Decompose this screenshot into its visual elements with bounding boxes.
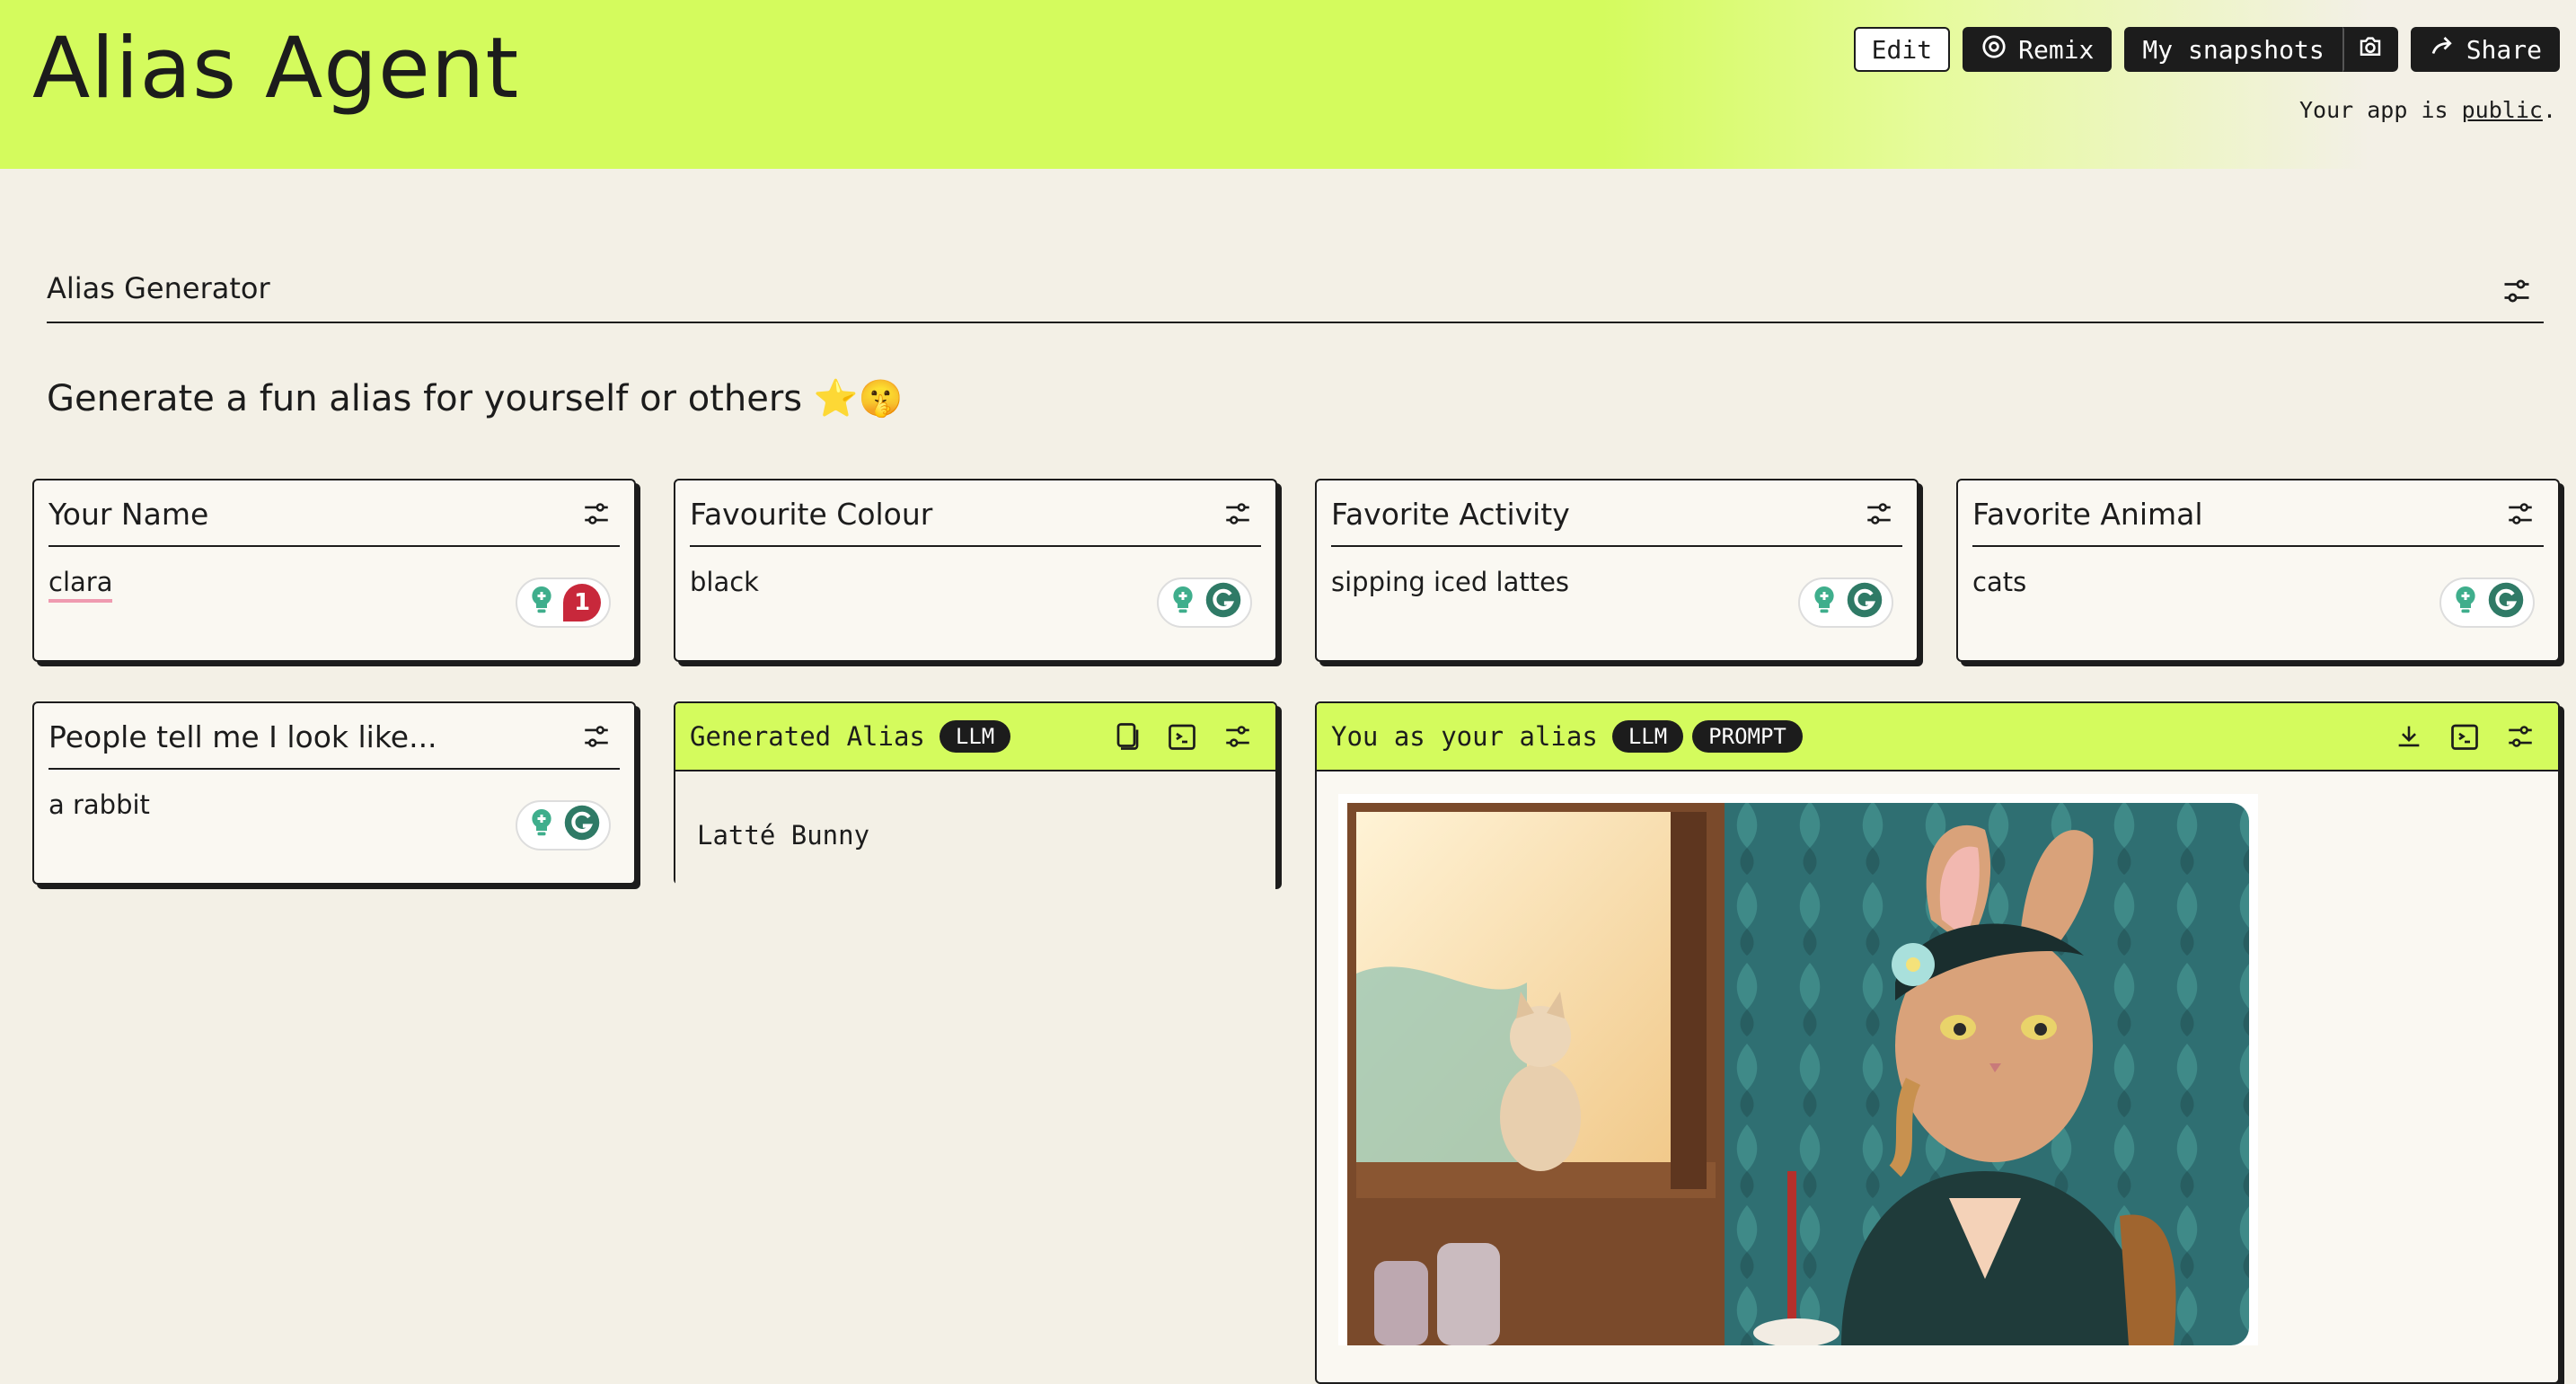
- input-card-look-like: People tell me I look like... a rabbit: [32, 701, 636, 885]
- colour-input[interactable]: black: [690, 567, 759, 597]
- bulb-plus-icon: [2449, 584, 2482, 622]
- rerun-icon: [1169, 724, 1195, 750]
- snapshots-button[interactable]: My snapshots: [2124, 27, 2342, 72]
- copy-button[interactable]: [1103, 713, 1150, 760]
- grammarly-icon: [2487, 581, 2525, 625]
- bulb-plus-icon: [1808, 584, 1840, 622]
- sliders-icon: [2509, 503, 2532, 525]
- writing-assistant-widget[interactable]: [2439, 577, 2535, 628]
- copy-icon: [1116, 723, 1139, 750]
- bulb-plus-icon: [1167, 584, 1199, 622]
- llm-tag: LLM: [1611, 720, 1684, 753]
- issue-count-badge: 1: [563, 584, 601, 621]
- issue-count: 1: [573, 589, 591, 616]
- bulb-plus-icon: [525, 584, 558, 622]
- camera-button[interactable]: [2342, 27, 2398, 72]
- look-like-input[interactable]: a rabbit: [49, 789, 150, 820]
- edit-label: Edit: [1871, 34, 1933, 65]
- writing-assistant-widget[interactable]: 1: [516, 577, 611, 628]
- activity-input[interactable]: sipping iced lattes: [1331, 567, 1569, 597]
- sliders-icon: [585, 726, 608, 747]
- input-label: People tell me I look like...: [49, 718, 437, 754]
- share-label: Share: [2466, 34, 2542, 65]
- share-button[interactable]: Share: [2410, 27, 2560, 72]
- bulb-plus-icon: [525, 807, 558, 845]
- edit-button[interactable]: Edit: [1853, 27, 1951, 72]
- card-settings-button[interactable]: [2497, 713, 2544, 760]
- card-settings-button[interactable]: [1214, 490, 1261, 537]
- rerun-button[interactable]: [1159, 713, 1205, 760]
- download-button[interactable]: [2386, 713, 2432, 760]
- alias-card-title: Generated Alias: [690, 721, 925, 752]
- generated-alias-value: Latté Bunny: [675, 771, 1275, 899]
- toolbar: Edit Remix My snapshots Share: [1853, 27, 2560, 74]
- remix-button[interactable]: Remix: [1963, 27, 2113, 72]
- section-title: Alias Generator: [47, 271, 270, 305]
- input-card-favorite-animal: Favorite Animal cats: [1956, 479, 2560, 662]
- input-card-your-name: Your Name clara 1: [32, 479, 636, 662]
- share-arrow-icon: [2429, 33, 2456, 66]
- writing-assistant-widget[interactable]: [1798, 577, 1893, 628]
- rerun-button[interactable]: [2441, 713, 2488, 760]
- section-settings-button[interactable]: [2501, 275, 2533, 311]
- grammarly-icon: [1204, 581, 1242, 625]
- prompt-tag: PROMPT: [1692, 720, 1803, 753]
- input-label: Favourite Colour: [690, 496, 933, 532]
- app-title: Alias Agent: [32, 20, 520, 118]
- llm-tag: LLM: [939, 720, 1011, 753]
- input-card-favorite-activity: Favorite Activity sipping iced lattes: [1315, 479, 1919, 662]
- input-label: Favorite Activity: [1331, 496, 1570, 532]
- rerun-icon: [2451, 724, 2478, 750]
- card-settings-button[interactable]: [2497, 490, 2544, 537]
- sliders-icon: [2509, 726, 2532, 747]
- sliders-icon: [2501, 279, 2533, 311]
- snapshots-group: My snapshots: [2124, 27, 2398, 74]
- remix-label: Remix: [2018, 34, 2095, 65]
- camera-icon: [2357, 33, 2384, 66]
- visibility-suffix: .: [2542, 97, 2556, 123]
- public-link[interactable]: public: [2462, 97, 2543, 123]
- visibility-prefix: Your app is: [2299, 97, 2462, 123]
- visibility-note: Your app is public.: [2299, 97, 2556, 123]
- card-settings-button[interactable]: [1856, 490, 1902, 537]
- sliders-icon: [585, 503, 608, 525]
- sliders-icon: [1226, 726, 1249, 747]
- card-settings-button[interactable]: [573, 713, 620, 760]
- input-card-favourite-colour: Favourite Colour black: [674, 479, 1277, 662]
- app-header: Alias Agent Edit Remix My snapshots Shar…: [0, 0, 2576, 169]
- writing-assistant-widget[interactable]: [1157, 577, 1252, 628]
- remix-icon: [1981, 33, 2007, 66]
- card-settings-button[interactable]: [573, 490, 620, 537]
- snapshots-label: My snapshots: [2142, 34, 2325, 65]
- generated-alias-card: Generated Alias LLM Latté Bunny: [674, 701, 1277, 899]
- sliders-icon: [1226, 503, 1249, 525]
- writing-assistant-widget[interactable]: [516, 800, 611, 851]
- download-icon: [2398, 726, 2420, 747]
- input-label: Your Name: [49, 496, 209, 532]
- input-label: Favorite Animal: [1972, 496, 2203, 532]
- name-input[interactable]: clara: [49, 567, 113, 603]
- grammarly-icon: [1846, 581, 1883, 625]
- generated-alias-image: [1338, 794, 2258, 1345]
- section-subtitle: Generate a fun alias for yourself or oth…: [47, 378, 904, 419]
- sliders-icon: [1867, 503, 1891, 525]
- image-card-title: You as your alias: [1331, 721, 1598, 752]
- section-divider: [47, 322, 2544, 323]
- animal-input[interactable]: cats: [1972, 567, 2026, 597]
- card-settings-button[interactable]: [1214, 713, 1261, 760]
- grammarly-icon: [563, 804, 601, 848]
